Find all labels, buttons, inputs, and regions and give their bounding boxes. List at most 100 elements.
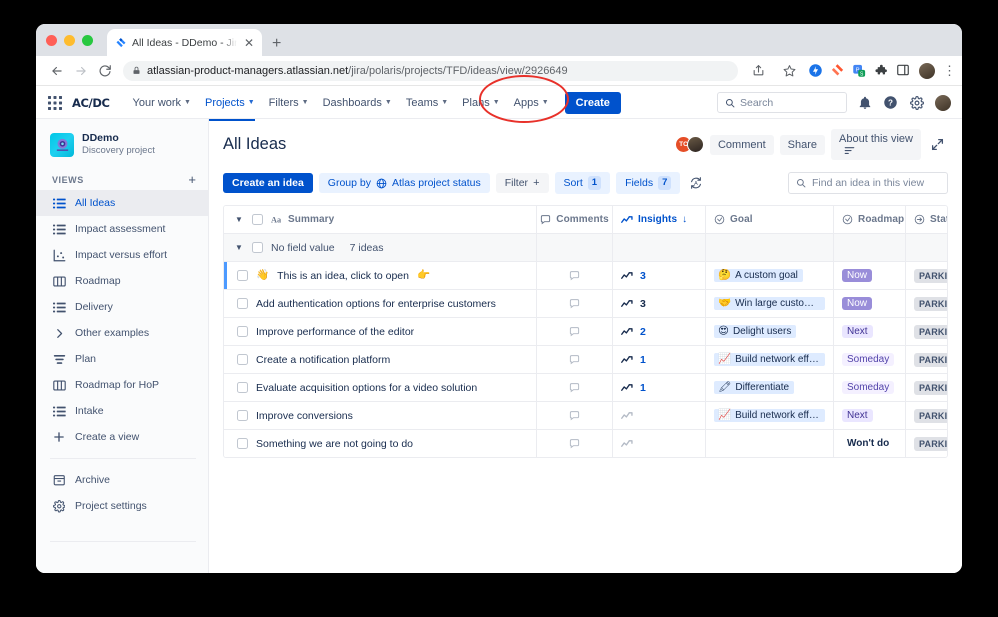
cell-comments[interactable] <box>537 290 613 317</box>
row-checkbox[interactable] <box>237 410 248 421</box>
sidebar-item-roadmap-for-hop[interactable]: Roadmap for HoP <box>36 372 208 398</box>
address-bar[interactable]: atlassian-product-managers.atlassian.net… <box>123 60 738 81</box>
create-an-idea-button[interactable]: Create an idea <box>223 173 313 193</box>
sidebar-item-delivery[interactable]: Delivery <box>36 294 208 320</box>
row-checkbox[interactable] <box>237 270 248 281</box>
group-by-button[interactable]: Group by Atlas project status <box>318 173 490 193</box>
row-checkbox[interactable] <box>237 298 248 309</box>
cell-summary[interactable]: 👋 This is an idea, click to open 👉 <box>227 262 537 289</box>
cell-goal[interactable]: 😍 Delight users <box>706 318 834 345</box>
cell-status[interactable]: PARKING LOT ▾ <box>906 374 947 401</box>
chevron-down-icon[interactable]: ▼ <box>234 243 244 252</box>
cell-comments[interactable] <box>537 346 613 373</box>
status-select[interactable]: PARKING LOT ▾ <box>914 352 947 367</box>
cell-goal[interactable]: 🤔 A custom goal <box>706 262 834 289</box>
column-header-insights[interactable]: Insights ↓ <box>613 206 706 233</box>
cell-insights[interactable]: 3 <box>613 262 706 289</box>
help-icon[interactable]: ? <box>882 94 899 111</box>
cell-status[interactable]: PARKING LOT ▾ <box>906 430 947 457</box>
table-row[interactable]: Evaluate acquisition options for a video… <box>224 374 947 402</box>
sort-button[interactable]: Sort 1 <box>554 172 611 194</box>
create-button[interactable]: Create <box>564 91 621 114</box>
nav-item-filters[interactable]: Filters ▼ <box>262 93 316 113</box>
nav-item-projects[interactable]: Projects ▼ <box>198 93 262 121</box>
column-header-status[interactable]: Status <box>906 206 947 233</box>
side-panel-icon[interactable] <box>896 63 911 78</box>
cell-goal[interactable]: 🤝 Win large customers <box>706 290 834 317</box>
sidebar-item-impact-assessment[interactable]: Impact assessment <box>36 216 208 242</box>
app-switcher-icon[interactable] <box>47 95 63 111</box>
cell-status[interactable]: PARKING LOT ▾ <box>906 262 947 289</box>
cell-insights[interactable]: 1 <box>613 346 706 373</box>
nav-item-dashboards[interactable]: Dashboards ▼ <box>316 93 399 113</box>
sidebar-item-other-examples[interactable]: Other examples <box>36 320 208 346</box>
cell-status[interactable]: PARKING LOT ▾ <box>906 318 947 345</box>
table-row[interactable]: Add authentication options for enterpris… <box>224 290 947 318</box>
about-this-view-button[interactable]: About this view <box>831 129 921 160</box>
nav-item-your-work[interactable]: Your work ▼ <box>126 93 198 113</box>
cell-summary[interactable]: Improve performance of the editor <box>227 318 537 345</box>
fields-button[interactable]: Fields 7 <box>616 172 681 194</box>
cell-roadmap[interactable]: Now <box>834 262 906 289</box>
nav-item-apps[interactable]: Apps ▼ <box>507 93 556 113</box>
cell-summary[interactable]: Something we are not going to do <box>227 430 537 457</box>
cell-insights[interactable]: 2 <box>613 318 706 345</box>
cell-comments[interactable] <box>537 374 613 401</box>
browser-profile-avatar[interactable] <box>918 61 936 80</box>
cell-status[interactable]: PARKING LOT ▾ <box>906 346 947 373</box>
column-header-goal[interactable]: Goal <box>706 206 834 233</box>
cell-comments[interactable] <box>537 318 613 345</box>
browser-tab[interactable]: All Ideas - DDemo - Jira Produ ✕ <box>107 29 262 56</box>
cell-comments[interactable] <box>537 262 613 289</box>
cell-insights[interactable] <box>613 430 706 457</box>
sidebar-item-project-settings[interactable]: Project settings <box>36 493 208 519</box>
cell-insights[interactable]: 1 <box>613 374 706 401</box>
cell-goal[interactable]: 🖍 Differentiate <box>706 374 834 401</box>
cell-summary[interactable]: Add authentication options for enterpris… <box>227 290 537 317</box>
cell-roadmap[interactable]: Someday <box>834 346 906 373</box>
sidebar-item-create-a-view[interactable]: Create a view <box>36 424 208 450</box>
column-header-summary[interactable]: ▼ Aa Summary <box>224 206 537 233</box>
table-row[interactable]: Improve conversions 📈 Build network effe… <box>224 402 947 430</box>
sidebar-item-all-ideas[interactable]: All Ideas <box>36 190 208 217</box>
row-checkbox[interactable] <box>237 438 248 449</box>
cell-insights[interactable] <box>613 402 706 429</box>
cell-comments[interactable] <box>537 430 613 457</box>
filter-button[interactable]: Filter + <box>495 173 549 193</box>
close-tab-button[interactable]: ✕ <box>242 37 256 49</box>
user-profile-avatar[interactable] <box>934 93 952 112</box>
site-logo[interactable]: AC/DC <box>72 96 110 110</box>
expand-icon[interactable] <box>927 135 948 154</box>
sidebar-item-plan[interactable]: Plan <box>36 346 208 372</box>
nav-item-teams[interactable]: Teams ▼ <box>399 93 455 113</box>
table-row[interactable]: Create a notification platform 1 📈 Build… <box>224 346 947 374</box>
passwords-extension-icon[interactable]: PS <box>852 63 867 78</box>
sidebar-item-impact-versus-effort[interactable]: Impact versus effort <box>36 242 208 268</box>
row-checkbox[interactable] <box>237 326 248 337</box>
auto-refresh-icon[interactable]: A <box>686 173 706 193</box>
row-checkbox[interactable] <box>237 382 248 393</box>
cell-roadmap[interactable]: Won't do <box>834 430 906 457</box>
sidebar-item-roadmap[interactable]: Roadmap <box>36 268 208 294</box>
sidebar-item-intake[interactable]: Intake <box>36 398 208 424</box>
new-tab-button[interactable]: + <box>272 36 281 52</box>
maximize-window-button[interactable] <box>82 34 93 46</box>
forward-icon[interactable] <box>69 59 93 83</box>
cell-goal[interactable]: 📈 Build network effects <box>706 346 834 373</box>
cell-roadmap[interactable]: Now <box>834 290 906 317</box>
minimize-window-button[interactable] <box>64 34 75 46</box>
status-select[interactable]: PARKING LOT ▾ <box>914 408 947 423</box>
extension-blue-icon[interactable] <box>808 63 823 78</box>
search-input[interactable]: Search <box>717 92 847 113</box>
nav-item-plans[interactable]: Plans ▼ <box>455 93 506 113</box>
cell-roadmap[interactable]: Next <box>834 402 906 429</box>
kebab-menu-icon[interactable]: ⋮ <box>943 64 956 77</box>
chevron-down-icon[interactable]: ▼ <box>234 215 244 224</box>
status-select[interactable]: PARKING LOT ▾ <box>914 296 947 311</box>
back-icon[interactable] <box>45 59 69 83</box>
status-select[interactable]: PARKING LOT ▾ <box>914 436 947 451</box>
cell-summary[interactable]: Evaluate acquisition options for a video… <box>227 374 537 401</box>
group-select-checkbox[interactable] <box>252 242 263 253</box>
column-header-roadmap[interactable]: Roadmap <box>834 206 906 233</box>
cell-roadmap[interactable]: Someday <box>834 374 906 401</box>
